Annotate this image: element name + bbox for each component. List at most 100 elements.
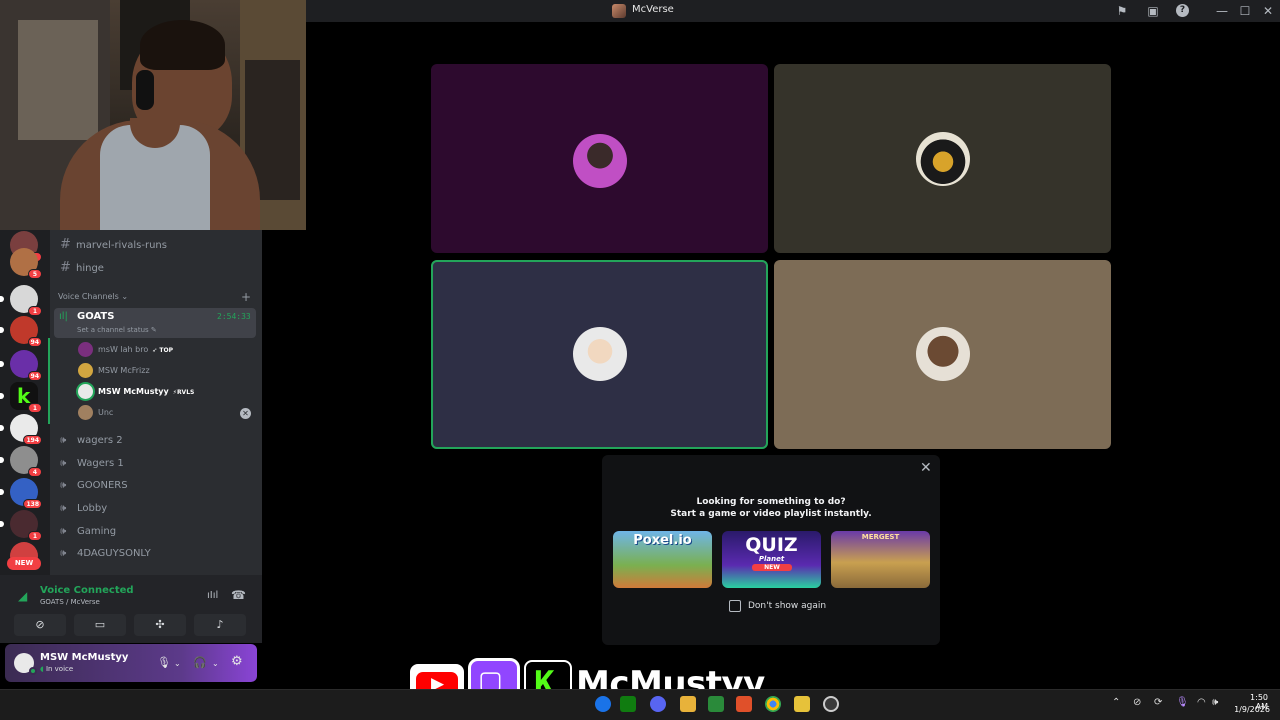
wifi-icon[interactable]: ◠ <box>1197 697 1206 708</box>
game-card-mergest[interactable]: MERGEST <box>831 531 930 588</box>
voice-member[interactable]: MSW McMustyy ⚡RVLS <box>78 384 194 402</box>
game-subtitle: Planet <box>758 555 785 563</box>
voice-status-icon: ◖ <box>40 665 44 673</box>
game-card-poxel[interactable]: Poxel.io <box>613 531 712 588</box>
voice-connected-label: Voice Connected <box>40 585 134 596</box>
avatar <box>78 342 93 357</box>
channel-label: Gaming <box>77 526 117 537</box>
user-panel <box>5 644 257 682</box>
speaker-icon: 🕪 <box>60 503 67 514</box>
voice-channels-header[interactable]: Voice Channels ⌄ <box>58 292 128 301</box>
voice-channel-wagers-2[interactable]: 🕪 wagers 2 <box>60 432 123 450</box>
chevron-up-icon[interactable]: ⌃ <box>1112 697 1120 708</box>
participant-avatar <box>916 132 970 186</box>
obs-icon[interactable] <box>823 696 839 712</box>
hash-icon: # <box>60 260 71 275</box>
sync-icon[interactable]: ⟳ <box>1154 697 1162 708</box>
voice-activity-icon: ıl| <box>59 311 68 322</box>
game-title: Poxel.io <box>633 533 692 548</box>
add-channel-button[interactable]: + <box>241 290 251 304</box>
new-badge[interactable]: NEW <box>7 557 41 570</box>
help-icon[interactable]: ? <box>1176 4 1189 17</box>
flag-icon[interactable]: ⚑ <box>1114 3 1130 19</box>
inbox-icon[interactable]: ▣ <box>1145 3 1161 19</box>
speaker-icon: 🕪 <box>60 526 67 537</box>
avatar <box>78 384 93 399</box>
activities-button[interactable]: ✣ <box>134 614 186 636</box>
activity-subheading: Start a game or video playlist instantly… <box>670 509 872 519</box>
avatar <box>78 363 93 378</box>
camera-off-icon: ⊘ <box>35 618 45 631</box>
xbox-icon[interactable] <box>620 696 636 712</box>
close-icon[interactable]: ✕ <box>920 460 932 476</box>
voice-member[interactable]: Unc <box>78 405 113 423</box>
voice-channel-path[interactable]: GOATS / McVerse <box>40 598 100 606</box>
server-logo-icon <box>612 4 626 18</box>
close-icon[interactable]: ✕ <box>1260 3 1276 19</box>
participant-avatar <box>573 134 627 188</box>
channel-timer: 2:54:33 <box>217 312 251 321</box>
game-title: QUIZ <box>745 534 798 556</box>
chrome-icon[interactable] <box>765 696 781 712</box>
noise-suppression-icon[interactable]: ıIıl <box>207 590 218 601</box>
signal-icon[interactable]: ◢ <box>18 589 27 603</box>
user-status-label: In voice <box>45 665 74 673</box>
new-badge: NEW <box>752 564 792 571</box>
voice-channel-gooners[interactable]: 🕪 GOONERS <box>60 477 128 495</box>
connected-indicator <box>48 338 50 424</box>
settings-gear-icon[interactable]: ⚙ <box>231 654 243 669</box>
screen-share-button[interactable]: ▭ <box>74 614 126 636</box>
discord-icon[interactable] <box>650 696 666 712</box>
member-name: msW lah bro <box>98 345 149 354</box>
headphones-icon[interactable]: 🎧 <box>193 656 207 669</box>
member-tag: ⚡RVLS <box>172 389 195 396</box>
spotify-icon[interactable] <box>708 696 724 712</box>
voice-channel-wagers-1[interactable]: 🕪 Wagers 1 <box>60 455 124 473</box>
window-titlebar <box>306 0 1280 22</box>
soundboard-button[interactable]: ♪ <box>194 614 246 636</box>
microphone-icon[interactable]: 🎙 <box>1176 697 1189 708</box>
chevron-down-icon: ⌄ <box>121 292 129 301</box>
user-status: ◖ In voice <box>40 665 73 673</box>
hash-icon: # <box>60 237 71 252</box>
channel-label: Lobby <box>77 503 108 514</box>
text-channel-marvel-rivals-runs[interactable]: # marvel-rivals-runs <box>60 236 167 254</box>
chevron-down-icon[interactable]: ⌄ <box>174 659 181 668</box>
user-name: MSW McMustyy <box>40 652 129 663</box>
server-rail <box>0 230 50 575</box>
app-icon[interactable] <box>794 696 810 712</box>
voice-channel-gaming[interactable]: 🕪 Gaming <box>60 523 116 541</box>
channel-label: 4DAGUYSONLY <box>77 548 151 559</box>
voice-member[interactable]: msW lah bro ➶ TOP <box>78 342 173 360</box>
disconnect-icon[interactable]: ☎ <box>231 588 246 602</box>
clock-date[interactable]: 1/9/2026 <box>1232 705 1270 714</box>
section-label: Voice Channels <box>58 292 119 301</box>
minimize-icon[interactable]: — <box>1214 3 1230 19</box>
game-card-quiz-planet[interactable]: QUIZ Planet NEW <box>722 531 821 588</box>
edge-icon[interactable] <box>595 696 611 712</box>
voice-channel-4daguysonly[interactable]: 🕪 4DAGUYSONLY <box>60 545 151 563</box>
tray-app-icon[interactable]: ⊘ <box>1133 697 1141 708</box>
volume-icon[interactable]: 🕪 <box>1212 697 1218 708</box>
app-icon[interactable] <box>736 696 752 712</box>
store-icon[interactable] <box>680 696 696 712</box>
taskbar <box>0 689 1280 720</box>
participant-avatar <box>573 327 627 381</box>
screen-share-icon: ▭ <box>94 618 106 631</box>
chevron-down-icon[interactable]: ⌄ <box>212 659 219 668</box>
soundboard-icon: ♪ <box>216 618 224 631</box>
voice-channel-lobby[interactable]: 🕪 Lobby <box>60 500 107 518</box>
window-title: McVerse <box>632 4 674 15</box>
channel-status-button[interactable]: Set a channel status ✎ <box>77 326 157 334</box>
dont-show-checkbox[interactable] <box>729 600 741 612</box>
maximize-icon[interactable]: ☐ <box>1237 3 1253 19</box>
member-tag-label: RVLS <box>176 389 195 396</box>
text-channel-hinge[interactable]: # hinge <box>60 259 104 277</box>
channel-label: wagers 2 <box>77 435 123 446</box>
member-tag: ➶ TOP <box>152 347 173 354</box>
online-status-dot <box>29 667 37 675</box>
voice-member[interactable]: MSW McFrizz <box>78 363 150 381</box>
microphone-icon[interactable]: 🎙 <box>157 656 171 669</box>
activities-icon: ✣ <box>155 618 165 631</box>
camera-off-button[interactable]: ⊘ <box>14 614 66 636</box>
